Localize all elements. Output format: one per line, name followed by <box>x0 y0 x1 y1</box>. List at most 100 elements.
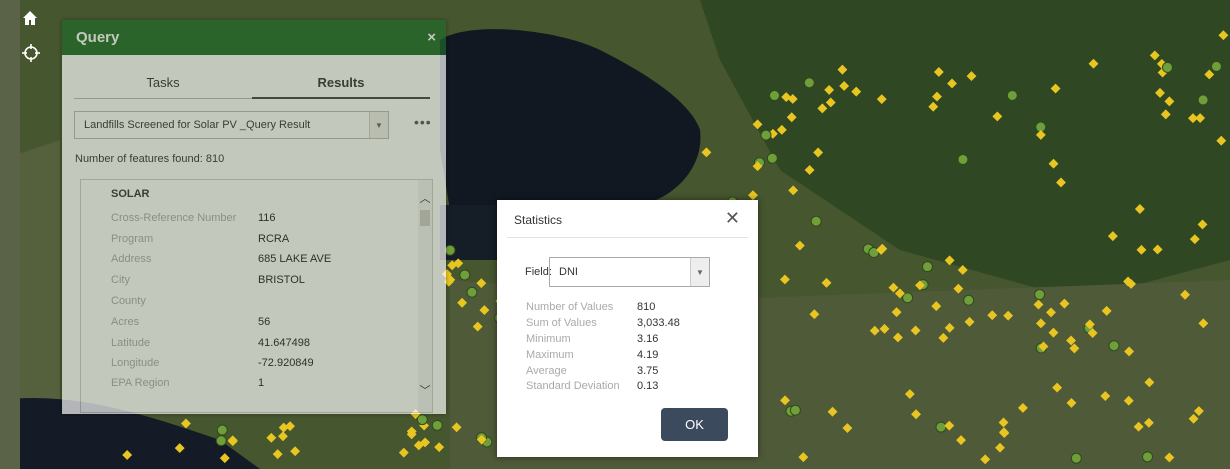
scrollbar-thumb[interactable] <box>420 210 430 226</box>
result-field: Cross-Reference Number 116 <box>111 212 276 224</box>
site-marker-circle[interactable] <box>216 424 228 436</box>
site-marker-circle[interactable] <box>935 421 947 433</box>
features-found-count: Number of features found: 810 <box>75 153 225 165</box>
result-field: Address 685 LAKE AVE <box>111 253 331 265</box>
result-field: Acres 56 <box>111 316 270 328</box>
stat-value: 810 <box>637 301 656 313</box>
result-list[interactable]: SOLAR Cross-Reference Number 116 Program R… <box>80 179 433 413</box>
site-marker-circle[interactable] <box>921 261 933 273</box>
result-field: EPA Region 1 <box>111 377 264 389</box>
layer-select-value: Landfills Screened for Solar PV _Query R… <box>84 119 311 131</box>
stat-row: Number of Values 810 <box>526 301 655 313</box>
stat-value: 3.16 <box>637 333 659 345</box>
statistics-dialog: Statistics ✕ Field: DNI ▼ Number of Valu… <box>497 200 758 457</box>
stat-row: Maximum 4.19 <box>526 349 658 361</box>
field-label: Cross-Reference Number <box>111 212 237 224</box>
result-field: Program RCRA <box>111 233 289 245</box>
query-tabs: Tasks Results <box>74 69 430 99</box>
layer-row: Landfills Screened for Solar PV _Query R… <box>74 111 446 141</box>
query-panel-title: Query <box>76 29 120 46</box>
site-marker-circle[interactable] <box>459 269 471 281</box>
site-marker-circle[interactable] <box>1006 89 1018 101</box>
site-marker-circle[interactable] <box>1197 94 1209 106</box>
query-panel: Query × Tasks Results Landfills Screened… <box>62 20 446 414</box>
field-label: Address <box>111 253 152 265</box>
site-marker-circle[interactable] <box>760 129 772 141</box>
chevron-down-icon: ▼ <box>690 258 709 286</box>
stat-label: Minimum <box>526 333 571 345</box>
field-value: 1 <box>258 377 265 389</box>
field-value: 56 <box>258 316 271 328</box>
stat-row: Sum of Values 3,033.48 <box>526 317 680 329</box>
chevron-up-icon[interactable]: ︿ <box>418 190 432 206</box>
field-label: Program <box>111 233 154 245</box>
site-marker-circle[interactable] <box>957 153 969 165</box>
field-label: Latitude <box>111 337 151 349</box>
field-label: EPA Region <box>111 377 170 389</box>
divider <box>507 237 748 238</box>
site-marker-circle[interactable] <box>789 404 801 416</box>
field-label: City <box>111 274 130 286</box>
result-heading: SOLAR <box>111 188 150 200</box>
query-panel-header: Query × <box>62 20 446 55</box>
stat-label: Standard Deviation <box>526 380 620 392</box>
field-value: 685 LAKE AVE <box>258 253 332 265</box>
site-marker-circle[interactable] <box>803 77 815 89</box>
stat-value: 0.13 <box>637 380 659 392</box>
field-label: County <box>111 295 146 307</box>
close-icon[interactable]: × <box>427 29 436 46</box>
site-marker-circle[interactable] <box>902 292 914 304</box>
chevron-down-icon[interactable]: ﹀ <box>418 382 432 398</box>
layer-select[interactable]: Landfills Screened for Solar PV _Query R… <box>74 111 389 139</box>
tab-tasks[interactable]: Tasks <box>74 69 252 99</box>
site-marker-circle[interactable] <box>1142 451 1154 463</box>
stat-value: 3.75 <box>637 365 659 377</box>
field-value: RCRA <box>258 233 290 245</box>
scrollbar[interactable]: ︿ ﹀ <box>418 180 432 412</box>
tab-results[interactable]: Results <box>252 69 430 99</box>
field-select[interactable]: DNI ▼ <box>549 257 710 287</box>
site-marker-circle[interactable] <box>431 419 443 431</box>
stat-row: Average 3.75 <box>526 365 658 377</box>
locate-icon[interactable] <box>22 44 42 64</box>
site-marker-circle[interactable] <box>416 414 428 426</box>
home-icon[interactable] <box>22 10 42 30</box>
result-field: County <box>111 295 258 307</box>
stat-value: 4.19 <box>637 349 659 361</box>
field-label: Field: <box>525 266 552 278</box>
site-marker-circle[interactable] <box>1070 452 1082 464</box>
stat-label: Maximum <box>526 349 574 361</box>
site-marker-circle[interactable] <box>1210 60 1222 72</box>
site-marker-circle[interactable] <box>444 244 456 256</box>
site-marker-circle[interactable] <box>215 435 227 447</box>
stat-row: Standard Deviation 0.13 <box>526 380 658 392</box>
stat-label: Average <box>526 365 567 377</box>
close-icon[interactable]: ✕ <box>725 208 740 229</box>
stat-label: Sum of Values <box>526 317 597 329</box>
site-marker-circle[interactable] <box>963 294 975 306</box>
site-marker-circle[interactable] <box>466 286 478 298</box>
ok-button[interactable]: OK <box>661 408 728 441</box>
chevron-down-icon: ▼ <box>369 112 388 138</box>
dialog-title: Statistics <box>514 213 563 227</box>
result-field: City BRISTOL <box>111 274 305 286</box>
field-select-value: DNI <box>559 266 578 278</box>
field-label: Longitude <box>111 357 160 369</box>
field-value: BRISTOL <box>258 274 305 286</box>
field-value: 41.647498 <box>258 337 310 349</box>
result-field: Latitude 41.647498 <box>111 337 310 349</box>
stat-label: Number of Values <box>526 301 614 313</box>
site-marker-circle[interactable] <box>1034 289 1046 301</box>
stat-row: Minimum 3.16 <box>526 333 658 345</box>
more-options-icon[interactable]: ••• <box>414 114 432 130</box>
site-marker-circle[interactable] <box>1108 340 1120 352</box>
result-field: Longitude -72.920849 <box>111 357 314 369</box>
site-marker-circle[interactable] <box>1161 61 1173 73</box>
field-value: 116 <box>258 212 276 224</box>
site-marker-circle[interactable] <box>768 90 780 102</box>
site-marker-circle[interactable] <box>766 152 778 164</box>
stat-value: 3,033.48 <box>637 317 680 329</box>
site-marker-circle[interactable] <box>810 215 822 227</box>
field-label: Acres <box>111 316 140 328</box>
field-value: -72.920849 <box>258 357 314 369</box>
